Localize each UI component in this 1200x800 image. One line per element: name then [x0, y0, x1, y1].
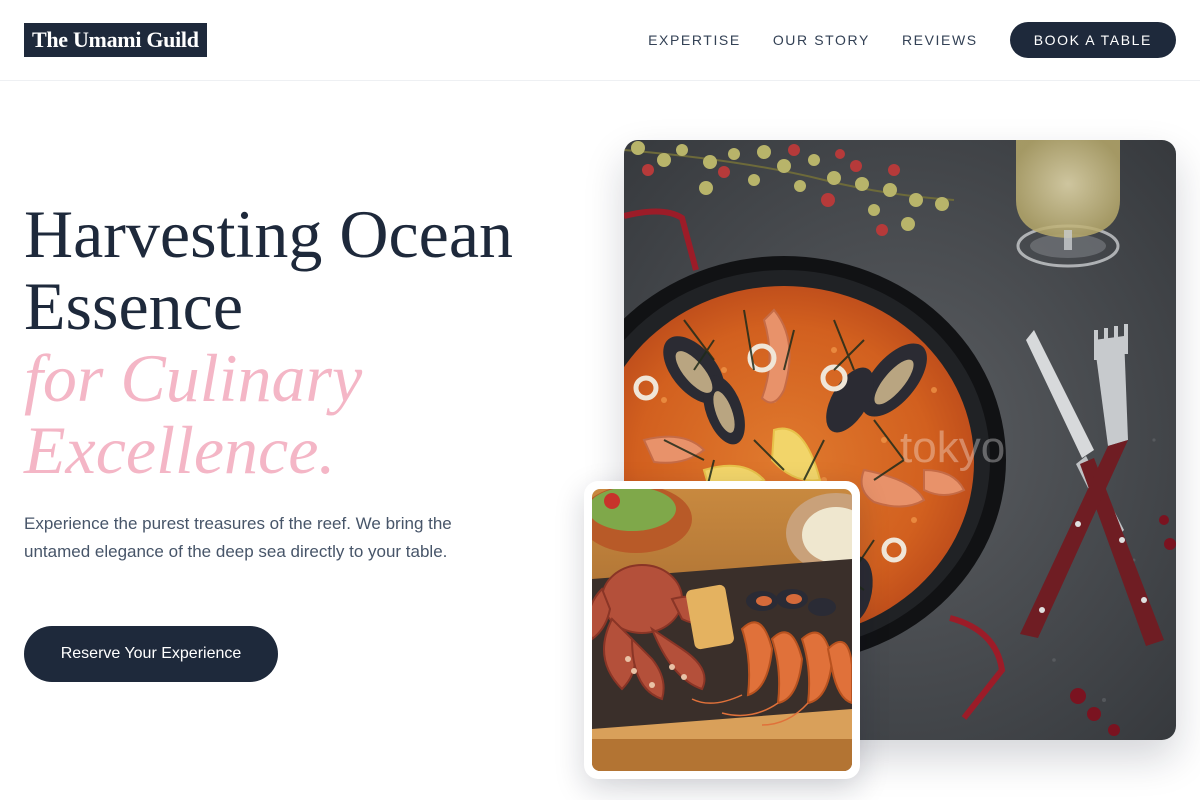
nav-expertise[interactable]: EXPERTISE: [648, 32, 741, 48]
hero-title-line-2: Essence: [24, 268, 244, 344]
nav-our-story[interactable]: OUR STORY: [773, 32, 870, 48]
octopus-platter-image: [592, 489, 852, 771]
book-table-button[interactable]: BOOK A TABLE: [1009, 22, 1176, 58]
hero-title: Harvesting Ocean Essence for Culinary Ex…: [24, 198, 584, 486]
hero-accent-line-1: for Culinary: [24, 340, 363, 416]
main-nav: EXPERTISE OUR STORY REVIEWS BOOK A TABLE: [648, 22, 1176, 58]
site-header: The Umami Guild EXPERTISE OUR STORY REVI…: [0, 0, 1200, 81]
nav-reviews[interactable]: REVIEWS: [902, 32, 978, 48]
reserve-experience-button[interactable]: Reserve Your Experience: [24, 626, 278, 682]
watermark-text: tokyo: [900, 423, 1005, 472]
logo[interactable]: The Umami Guild: [24, 23, 207, 57]
hero-title-line-1: Harvesting Ocean: [24, 196, 514, 272]
secondary-image-frame: [584, 481, 860, 779]
hero-accent-line-2: Excellence.: [24, 412, 336, 488]
hero-description: Experience the purest treasures of the r…: [24, 514, 452, 561]
